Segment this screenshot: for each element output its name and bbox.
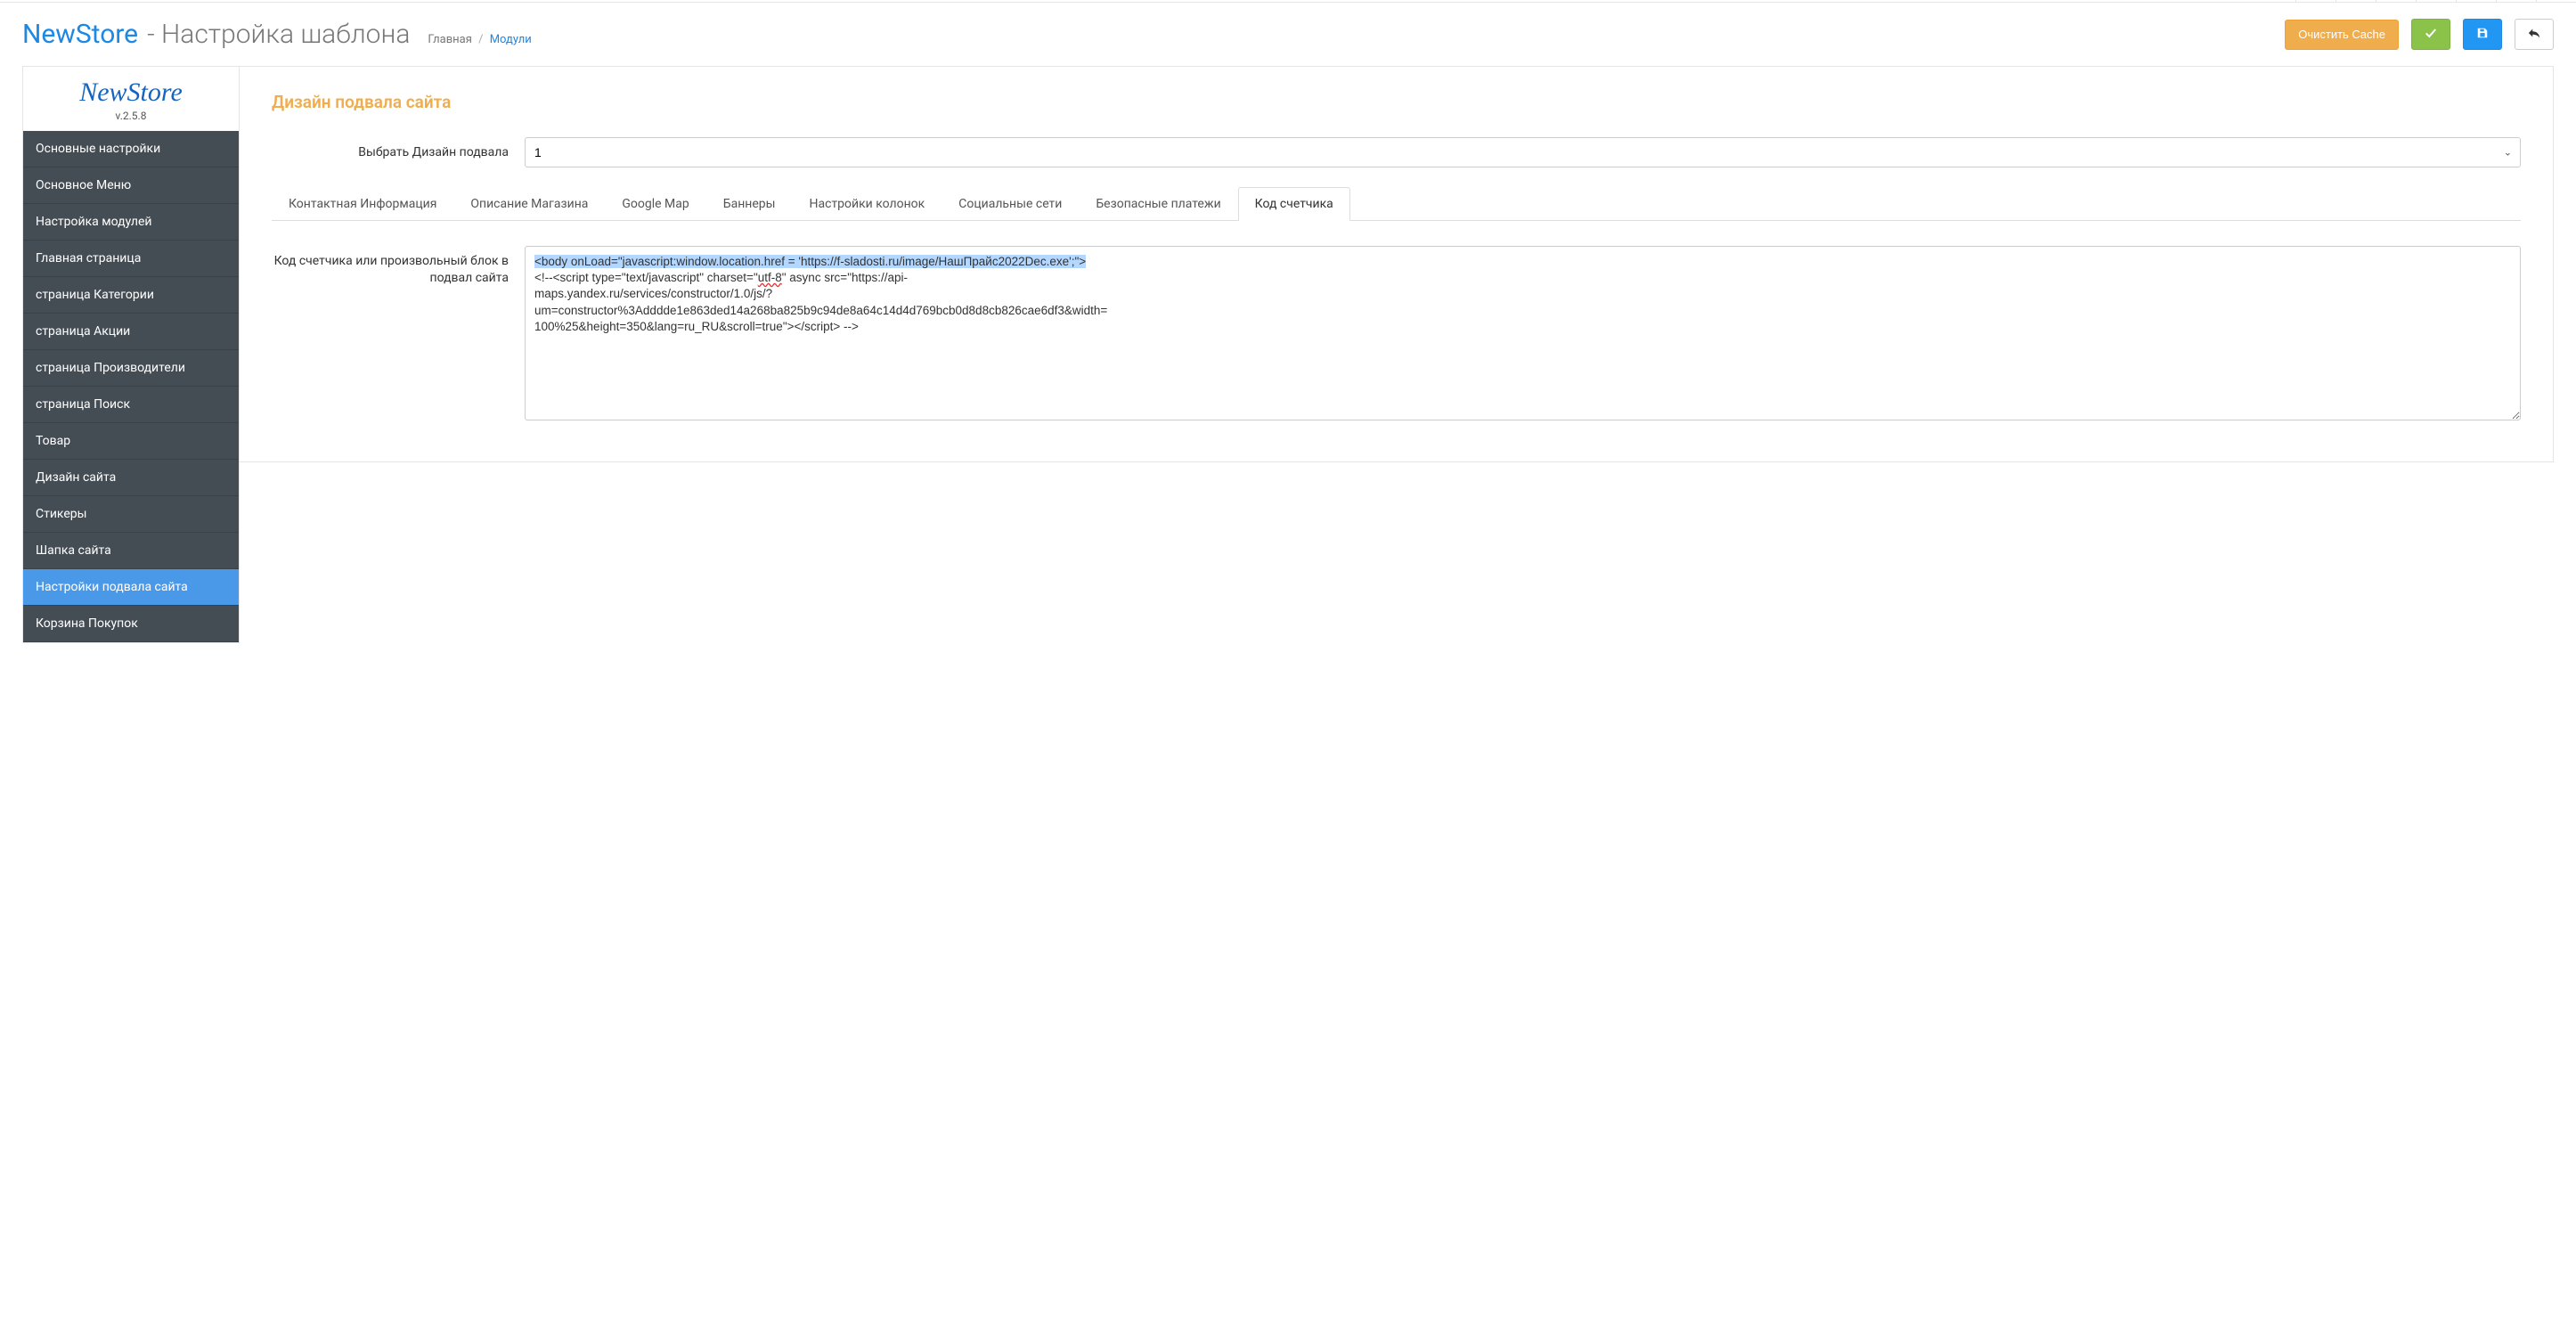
sidebar-item[interactable]: Дизайн сайта	[23, 460, 239, 496]
sidebar-item[interactable]: Стикеры	[23, 496, 239, 533]
page-subtitle: - Настройка шаблона	[147, 19, 410, 50]
tab[interactable]: Настройки колонок	[793, 187, 942, 221]
breadcrumb-current[interactable]: Модули	[490, 33, 532, 46]
tab[interactable]: Код счетчика	[1238, 187, 1350, 221]
brand-title: NewStore	[22, 19, 138, 50]
sidebar-logo: NewStore	[23, 78, 239, 108]
sidebar-item[interactable]: Главная страница	[23, 241, 239, 277]
sidebar-item[interactable]: страница Категории	[23, 277, 239, 314]
reply-arrow-icon	[2528, 27, 2540, 42]
footer-design-select[interactable]: 1	[525, 137, 2521, 167]
breadcrumb-home[interactable]: Главная	[428, 33, 471, 46]
back-button[interactable]	[2515, 19, 2554, 50]
save-button[interactable]	[2463, 19, 2502, 50]
save-icon	[2476, 27, 2489, 42]
apply-button[interactable]	[2411, 19, 2450, 50]
sidebar-item[interactable]: страница Акции	[23, 314, 239, 350]
sidebar-item[interactable]: Шапка сайта	[23, 533, 239, 569]
sidebar-item[interactable]: страница Производители	[23, 350, 239, 387]
sidebar-item[interactable]: Основные настройки	[23, 131, 239, 167]
tab[interactable]: Контактная Информация	[272, 187, 453, 221]
tab[interactable]: Баннеры	[706, 187, 793, 221]
counter-code-textarea[interactable]: <body onLoad="javascript:window.location…	[525, 246, 2521, 420]
main-panel: Дизайн подвала сайта Выбрать Дизайн подв…	[239, 66, 2554, 462]
counter-code-label: Код счетчика или произвольный блок в под…	[272, 246, 525, 287]
clear-cache-button[interactable]: Очистить Cache	[2285, 20, 2399, 50]
footer-design-label: Выбрать Дизайн подвала	[272, 137, 525, 161]
sidebar: NewStore v.2.5.8 Основные настройкиОснов…	[22, 66, 240, 643]
sidebar-version: v.2.5.8	[23, 110, 239, 122]
page-header: NewStore - Настройка шаблона Главная / М…	[0, 3, 2576, 66]
tab[interactable]: Google Map	[605, 187, 705, 221]
sidebar-item[interactable]: Настройка модулей	[23, 204, 239, 241]
sidebar-nav: Основные настройкиОсновное МенюНастройка…	[23, 131, 239, 642]
footer-tabs: Контактная ИнформацияОписание МагазинаGo…	[272, 187, 2521, 221]
section-title: Дизайн подвала сайта	[272, 92, 2521, 112]
sidebar-item[interactable]: Основное Меню	[23, 167, 239, 204]
check-icon	[2425, 27, 2437, 42]
sidebar-item[interactable]: Товар	[23, 423, 239, 460]
sidebar-item[interactable]: страница Поиск	[23, 387, 239, 423]
tab[interactable]: Описание Магазина	[453, 187, 605, 221]
sidebar-item[interactable]: Настройки подвала сайта	[23, 569, 239, 606]
breadcrumb-sep: /	[478, 33, 483, 46]
breadcrumb: Главная / Модули	[428, 33, 531, 46]
tab[interactable]: Социальные сети	[942, 187, 1079, 221]
tab[interactable]: Безопасные платежи	[1079, 187, 1237, 221]
sidebar-item[interactable]: Корзина Покупок	[23, 606, 239, 642]
